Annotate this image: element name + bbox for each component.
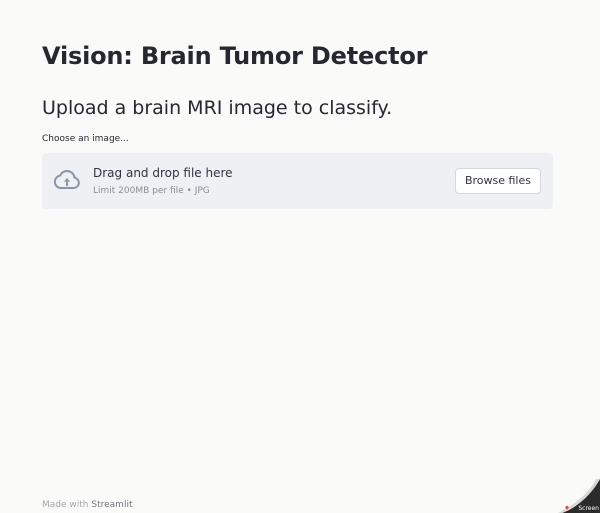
footer-prefix: Made with: [42, 500, 89, 510]
streamlit-link[interactable]: Streamlit: [91, 500, 132, 510]
page-title: Vision: Brain Tumor Detector: [42, 42, 428, 70]
streamlit-app: Vision: Brain Tumor Detector Upload a br…: [0, 0, 600, 513]
cloud-upload-icon: [53, 169, 81, 191]
file-dropzone[interactable]: Drag and drop file here Limit 200MB per …: [42, 153, 553, 209]
file-uploader-label: Choose an image...: [42, 134, 129, 144]
screen-recorder-corner[interactable]: Screen: [556, 479, 600, 513]
file-limit-text: Limit 200MB per file • JPG: [93, 186, 210, 196]
footer: Made with Streamlit: [42, 500, 132, 510]
dropzone-instructions: Drag and drop file here Limit 200MB per …: [93, 166, 233, 196]
drop-title: Drag and drop file here: [93, 166, 233, 180]
browse-files-button[interactable]: Browse files: [454, 168, 541, 194]
screen-recorder-label: Screen: [578, 505, 599, 512]
page-subtitle: Upload a brain MRI image to classify.: [42, 97, 393, 119]
